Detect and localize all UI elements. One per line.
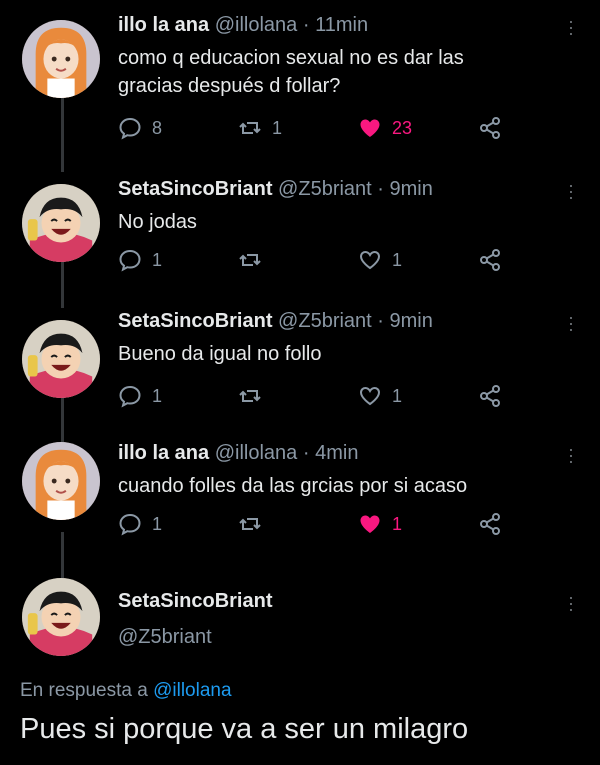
- author-name[interactable]: illo la ana: [118, 442, 209, 464]
- tweet[interactable]: illo la ana @illolana · 4min cuando foll…: [0, 440, 600, 578]
- author-name[interactable]: SetaSincoBriant: [118, 590, 272, 613]
- straw-hat-avatar-icon: [22, 320, 100, 398]
- like-button[interactable]: 23: [358, 116, 412, 140]
- retweet-count: 1: [272, 117, 283, 138]
- timestamp[interactable]: 11min: [315, 14, 368, 36]
- author-handle[interactable]: @Z5briant: [278, 178, 372, 200]
- reply-to-link[interactable]: @illolana: [153, 680, 231, 701]
- like-count: 23: [392, 117, 413, 138]
- tweet-text: No jodas: [118, 211, 197, 233]
- separator: ·: [377, 178, 384, 200]
- more-options-icon[interactable]: · · ·: [568, 176, 574, 206]
- orange-hair-avatar-icon: [22, 20, 100, 98]
- reply-prefix: En respuesta a: [20, 680, 148, 701]
- like-count: 1: [392, 513, 403, 534]
- heart-outline-icon: [359, 250, 381, 270]
- reply-button[interactable]: 1: [118, 248, 162, 272]
- avatar[interactable]: [22, 20, 100, 98]
- author-name[interactable]: SetaSincoBriant: [118, 178, 272, 200]
- like-button[interactable]: 1: [358, 512, 402, 536]
- more-options-icon[interactable]: · · ·: [568, 588, 574, 618]
- tweet-text: como q educacion sexual no es dar las: [118, 47, 464, 69]
- timestamp[interactable]: 9min: [390, 310, 433, 332]
- tweet-text: cuando folles da las grcias por si acaso: [118, 475, 468, 497]
- avatar[interactable]: [22, 578, 100, 656]
- retweet-icon: [239, 518, 261, 530]
- separator: ·: [302, 442, 310, 464]
- reply-button[interactable]: 8: [118, 116, 162, 140]
- retweet-button[interactable]: [238, 248, 272, 272]
- straw-hat-avatar-icon: [22, 184, 100, 262]
- avatar[interactable]: [22, 320, 100, 398]
- avatar[interactable]: [22, 184, 100, 262]
- share-button[interactable]: [478, 512, 502, 536]
- straw-hat-avatar-icon: [22, 578, 100, 656]
- tweet-text: Bueno da igual no follo: [118, 343, 322, 365]
- author-handle[interactable]: @Z5briant: [118, 626, 212, 649]
- share-icon: [480, 117, 500, 139]
- retweet-button[interactable]: [238, 384, 272, 408]
- timestamp[interactable]: 9min: [390, 178, 433, 200]
- timestamp[interactable]: 4min: [315, 442, 358, 464]
- tweet[interactable]: SetaSincoBriant @Z5briant · 9min Bueno d…: [0, 306, 600, 442]
- reply-count: 8: [152, 117, 163, 138]
- reply-count: 1: [152, 249, 163, 270]
- share-button[interactable]: [478, 384, 502, 408]
- author-name[interactable]: illo la ana: [118, 14, 209, 36]
- share-icon: [480, 385, 500, 407]
- share-button[interactable]: [478, 116, 502, 140]
- retweet-button[interactable]: 1: [238, 116, 282, 140]
- reply-icon: [119, 117, 141, 140]
- reply-button[interactable]: 1: [118, 512, 162, 536]
- author-handle[interactable]: @illolana: [215, 442, 298, 464]
- tweet[interactable]: illo la ana @illolana · 11min como q edu…: [0, 0, 600, 170]
- reply-count: 1: [152, 385, 163, 406]
- tweet-text: gracias después d follar?: [118, 75, 341, 97]
- retweet-icon: [239, 390, 261, 402]
- reply-icon: [119, 249, 141, 272]
- reply-context: En respuesta a @illolana: [20, 680, 232, 702]
- share-icon: [480, 249, 500, 271]
- retweet-button[interactable]: [238, 512, 272, 536]
- retweet-icon: [239, 254, 261, 266]
- like-count: 1: [392, 249, 403, 270]
- separator: ·: [377, 310, 384, 332]
- reply-count: 1: [152, 513, 163, 534]
- like-count: 1: [392, 385, 403, 406]
- reply-icon: [119, 385, 141, 408]
- share-icon: [480, 513, 500, 535]
- avatar[interactable]: [22, 442, 100, 520]
- author-handle[interactable]: @Z5briant: [278, 310, 372, 332]
- heart-filled-icon: [360, 119, 380, 137]
- separator: ·: [302, 14, 310, 36]
- like-button[interactable]: 1: [358, 248, 402, 272]
- author-handle[interactable]: @illolana: [215, 14, 298, 36]
- heart-filled-icon: [360, 515, 380, 533]
- more-options-icon[interactable]: · · ·: [568, 308, 574, 338]
- retweet-icon: [239, 122, 261, 134]
- heart-outline-icon: [359, 386, 381, 406]
- more-options-icon[interactable]: · · ·: [568, 12, 574, 42]
- orange-hair-avatar-icon: [22, 442, 100, 520]
- tweet[interactable]: SetaSincoBriant @Z5briant · 9min No joda…: [0, 170, 600, 306]
- tweet-text: Pues si porque va a ser un milagro: [20, 713, 469, 745]
- share-button[interactable]: [478, 248, 502, 272]
- author-name[interactable]: SetaSincoBriant: [118, 310, 272, 332]
- like-button[interactable]: 1: [358, 384, 402, 408]
- reply-icon: [119, 513, 141, 536]
- more-options-icon[interactable]: · · ·: [568, 440, 574, 470]
- reply-button[interactable]: 1: [118, 384, 162, 408]
